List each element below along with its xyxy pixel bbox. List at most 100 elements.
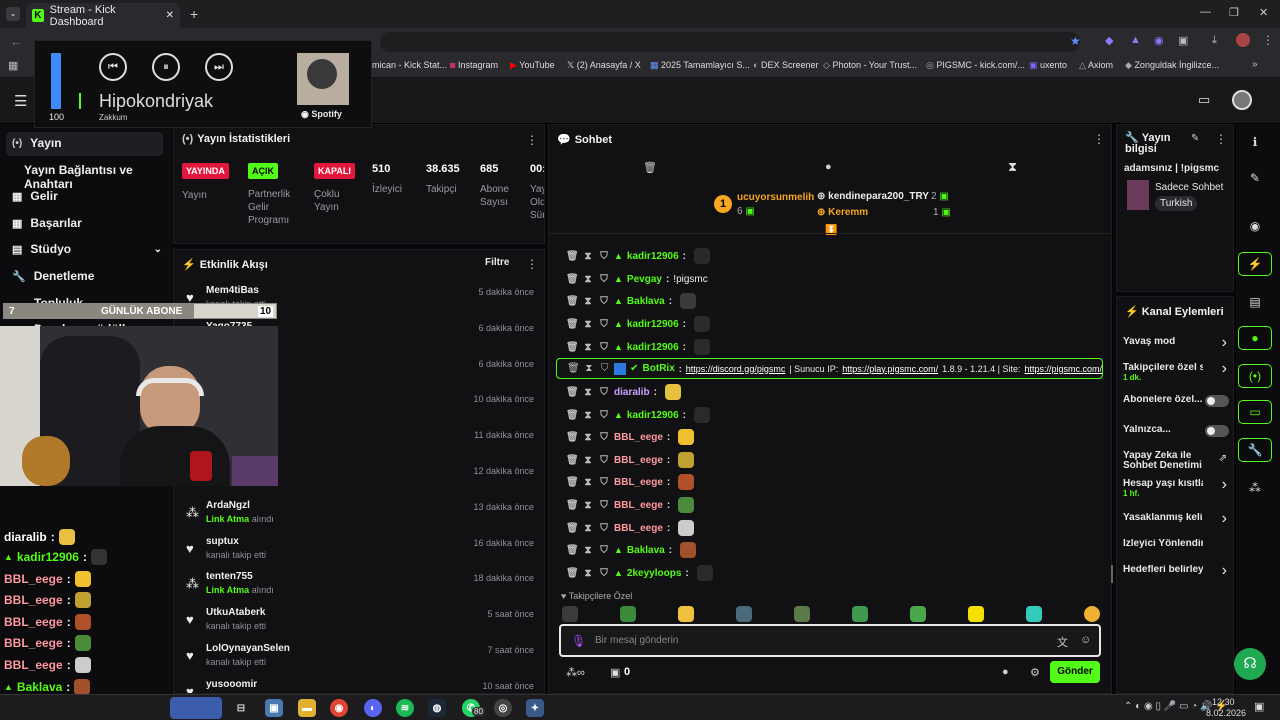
toggle-switch[interactable]	[1205, 425, 1229, 437]
apps-grid-icon[interactable]: ▦	[8, 59, 18, 72]
bookmark-item[interactable]: ◇ Photon - Your Trust...	[823, 60, 917, 71]
volume-slider-track[interactable]	[51, 53, 61, 109]
bookmark-item[interactable]: ◐ DEX Screener	[753, 60, 818, 70]
shield-icon[interactable]: ⛉	[598, 387, 610, 398]
trash-icon[interactable]: 🗑	[566, 545, 579, 556]
sidebar-item-stream-key[interactable]: Yayın Bağlantısı ve Anahtarı	[24, 163, 172, 191]
discord-icon[interactable]: ◐	[364, 699, 382, 717]
chat-username[interactable]: BBL_eege	[614, 455, 663, 466]
info-icon[interactable]: ℹ	[1238, 130, 1272, 154]
steam-icon[interactable]: ◍	[428, 699, 446, 717]
channel-action-item[interactable]: Hedefleri belirleyin ›	[1123, 562, 1229, 579]
chat-username[interactable]: kadir12906	[627, 410, 679, 421]
sidebar-item-moderation[interactable]: 🔧 Denetleme	[12, 269, 94, 283]
trash-icon[interactable]: 🗑	[566, 410, 579, 421]
chat-username[interactable]: BBL_eege	[614, 432, 663, 443]
hourglass-icon[interactable]: ⧗	[582, 477, 594, 488]
emote-icon[interactable]	[794, 606, 810, 622]
chat-username[interactable]: Baklava	[627, 296, 665, 307]
activity-user[interactable]: Mem4tiBas	[206, 285, 259, 296]
emote-icon[interactable]	[678, 452, 695, 468]
lightning-icon[interactable]: ⚡	[1238, 252, 1272, 276]
hourglass-icon[interactable]: ⧗	[582, 342, 594, 353]
chat-username[interactable]: BBL_eege	[614, 477, 663, 488]
channel-action-item[interactable]: Hesap yaşı kısıtlama1 hf. ›	[1123, 476, 1229, 498]
chat-username[interactable]: Baklava	[627, 545, 665, 556]
app-icon[interactable]: ✦	[526, 699, 544, 717]
restore-icon[interactable]: ❐	[1229, 6, 1239, 19]
more-bookmarks-icon[interactable]: »	[1252, 59, 1258, 70]
shield-icon[interactable]: ⛉	[598, 296, 610, 307]
channel-action-item[interactable]: Abonelere özel...	[1123, 395, 1229, 407]
send-button[interactable]: Gönder	[1050, 661, 1100, 683]
trash-icon[interactable]: 🗑	[566, 319, 579, 330]
camera-icon[interactable]: ◉	[1238, 214, 1272, 238]
hourglass-icon[interactable]: ⧗	[582, 387, 594, 398]
bookmark-item[interactable]: 𝕏 (2) Anasayfa / X	[567, 60, 641, 71]
next-track-button[interactable]: ⏭	[205, 53, 233, 81]
extension-icon[interactable]: ◆	[1105, 34, 1113, 47]
stream-manager-icon[interactable]: ▭	[1238, 400, 1272, 424]
toggle-switch[interactable]	[1205, 395, 1229, 407]
chat-scrollbar[interactable]	[1111, 565, 1113, 583]
extension-icon[interactable]: ▲	[1130, 34, 1141, 46]
download-icon[interactable]: ⤓	[1212, 34, 1217, 47]
chat-username[interactable]: kadir12906	[627, 342, 679, 353]
sidebar-item-achievements[interactable]: ▦ Başarılar	[12, 216, 82, 230]
emote-icon[interactable]	[696, 565, 713, 581]
bot-link-discord[interactable]: https://discord.gg/pigsmc	[686, 364, 786, 374]
window-close-icon[interactable]: ✕	[1259, 6, 1268, 19]
shield-icon[interactable]: ⛉	[598, 319, 610, 330]
trash-icon[interactable]: 🗑	[566, 342, 579, 353]
bookmark-item[interactable]: ▣ uxento	[1029, 60, 1067, 71]
obs-icon[interactable]: ◎	[494, 699, 512, 717]
emote-icon[interactable]	[910, 606, 926, 622]
chat-username[interactable]: kadir12906	[627, 319, 679, 330]
chat-username[interactable]: BBL_eege	[614, 523, 663, 534]
hourglass-icon[interactable]: ⧗	[582, 410, 594, 421]
sidebar-item-revenue[interactable]: ▦ Gelir	[12, 189, 58, 203]
extensions-puzzle-icon[interactable]: ▣	[1178, 34, 1188, 47]
chat-username[interactable]: Pevgay	[627, 274, 662, 285]
emote-icon[interactable]	[680, 542, 697, 558]
trash-icon[interactable]: 🗑	[566, 523, 579, 534]
browser-menu-icon[interactable]: ⋮	[1262, 33, 1274, 47]
emote-icon[interactable]	[678, 429, 695, 445]
pencil-icon[interactable]: ✎	[1238, 166, 1272, 190]
chat-username[interactable]: diaralib	[614, 387, 650, 398]
shield-icon[interactable]: ⛉	[598, 342, 610, 353]
hourglass-icon[interactable]: ⧗	[582, 296, 594, 307]
emote-icon[interactable]	[678, 474, 695, 490]
browser-tab[interactable]: K Stream - Kick Dashboard ✕	[26, 3, 180, 28]
bookmark-item[interactable]: ◙ Instagram	[450, 60, 498, 70]
channel-action-item[interactable]: Yavaş mod ›	[1123, 334, 1229, 351]
bot-name[interactable]: BotRix	[643, 363, 675, 374]
broadcast-icon[interactable]: (•)	[1238, 364, 1272, 388]
edit-icon[interactable]: ✎	[1191, 133, 1199, 144]
hourglass-icon[interactable]: ⧗	[582, 523, 594, 534]
shield-icon[interactable]: ⛉	[598, 455, 610, 466]
activity-user[interactable]: UtkuAtaberk	[206, 607, 265, 618]
shield-icon[interactable]: ⛉	[598, 545, 610, 556]
bot-link-site[interactable]: https://pigsmc.com/	[1024, 364, 1102, 374]
clock-time[interactable]: 12:30	[1212, 697, 1235, 707]
bookmark-item[interactable]: ▦ 2025 Tamamlayıcı S...	[650, 60, 750, 71]
channel-action-item[interactable]: İzleyici Yönlendir	[1123, 539, 1229, 549]
hourglass-icon[interactable]: ⧗	[582, 251, 594, 262]
gift-icon[interactable]: ▣	[610, 666, 620, 679]
trash-icon[interactable]: 🗑	[566, 455, 579, 466]
shield-icon[interactable]: ⛉	[598, 523, 610, 534]
chat-username[interactable]: kadir12906	[627, 251, 679, 262]
trash-icon[interactable]: 🗑	[567, 363, 580, 374]
stream-manager-icon[interactable]: ▭	[1198, 92, 1210, 108]
chat-bubble-icon[interactable]: ●	[1238, 326, 1272, 350]
hourglass-icon[interactable]: ⧗	[582, 319, 594, 330]
activity-item[interactable]: ♥ yusooomir 10 saat önce	[182, 679, 538, 693]
channel-action-item[interactable]: Yapay Zeka ile Sohbet Denetimi ⇗	[1123, 451, 1229, 471]
trash-icon[interactable]: 🗑	[566, 432, 579, 443]
points-icon[interactable]: ⁂	[1238, 476, 1272, 500]
trash-icon[interactable]: 🗑	[566, 296, 579, 307]
bookmark-item[interactable]: ◆ Zonguldak İngilizce...	[1125, 60, 1219, 71]
activity-menu-icon[interactable]: ⋮	[526, 257, 538, 271]
filter-button[interactable]: Filtre	[485, 257, 509, 268]
